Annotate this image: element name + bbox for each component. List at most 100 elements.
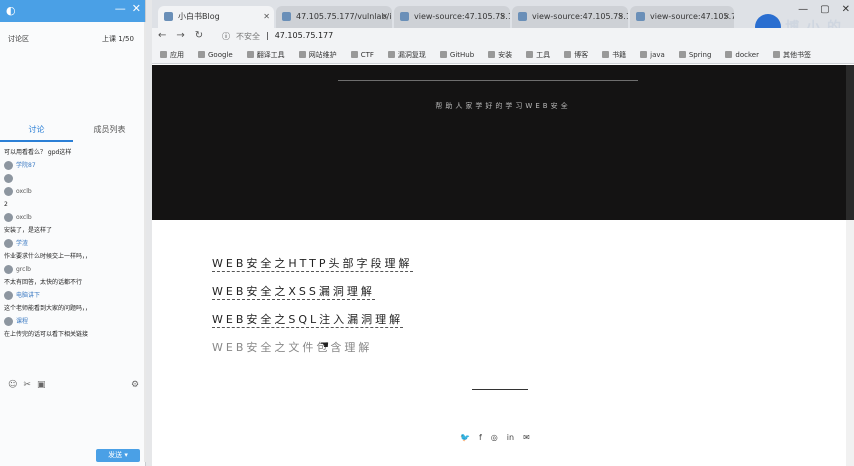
- message-author: 电脑讲下: [16, 292, 41, 299]
- bookmark-item[interactable]: 安装: [488, 50, 512, 60]
- bookmark-label: docker: [735, 50, 759, 59]
- post-link[interactable]: WEB安全之SQL注入漏洞理解: [212, 312, 413, 340]
- send-button[interactable]: 发送 ▾: [96, 449, 140, 462]
- close-tab-icon[interactable]: ✕: [617, 6, 624, 28]
- post-link[interactable]: WEB安全之文件包含理解: [212, 340, 413, 368]
- page-scrollbar[interactable]: [846, 220, 854, 466]
- chat-titlebar: ◐ — ✕: [0, 0, 145, 22]
- list-item: 作业要求什么时候交上一样吗，，: [4, 250, 144, 263]
- twitter-icon[interactable]: 🐦: [460, 433, 470, 442]
- folder-icon: [773, 51, 780, 58]
- message-author: grclb: [16, 266, 31, 273]
- bookmark-item[interactable]: 网站维护: [298, 50, 337, 60]
- bookmark-label: Google: [208, 50, 233, 59]
- browser-tab[interactable]: view-source:47.105.75.17 ✕: [394, 6, 510, 28]
- page-scrollbar-track[interactable]: [846, 65, 854, 220]
- tab-members[interactable]: 成员列表: [73, 122, 146, 142]
- close-tab-icon[interactable]: ✕: [723, 6, 730, 28]
- post-title: WEB安全之文件包含理解: [212, 341, 373, 354]
- list-item: 2: [4, 198, 144, 211]
- scissors-icon[interactable]: ✂: [23, 380, 31, 390]
- back-icon[interactable]: ←: [158, 30, 166, 41]
- browser-tab[interactable]: view-source:47.105.75.17 ✕: [512, 6, 628, 28]
- url-text[interactable]: 47.105.75.177: [275, 31, 334, 42]
- list-item: 课程: [4, 315, 144, 328]
- close-tab-icon[interactable]: ✕: [263, 6, 270, 28]
- avatar: [4, 187, 13, 196]
- list-item: 安装了，是这样了: [4, 224, 144, 237]
- post-link[interactable]: WEB安全之HTTP头部字段理解: [212, 256, 413, 284]
- bookmark-item[interactable]: 工具: [526, 50, 550, 60]
- bookmark-item[interactable]: 其他书签: [773, 50, 811, 60]
- folder-icon: [246, 51, 254, 58]
- message-author: 学渣: [16, 240, 29, 247]
- reload-icon[interactable]: ↻: [195, 30, 203, 41]
- emoji-icon[interactable]: ☺: [8, 380, 17, 390]
- image-icon[interactable]: ▣: [37, 380, 46, 390]
- bookmark-item[interactable]: Google: [198, 51, 233, 59]
- chat-tabs: 讨论 成员列表: [0, 122, 146, 142]
- avatar: [4, 265, 13, 274]
- avatar: [4, 174, 13, 183]
- chat-message-list: 可以用看看么？ gpd这样 学院87 oxclb 2 oxclb 安装了，是这样…: [4, 146, 144, 341]
- list-item: 电脑讲下: [4, 289, 144, 302]
- favicon-icon: [400, 12, 409, 21]
- browser-window: 小白书Blog ✕ 47.105.75.177/vulnlab/ind ✕ vi…: [152, 0, 854, 466]
- close-tab-icon[interactable]: ✕: [499, 6, 506, 28]
- message-text: 可以用看看么？ gpd这样: [4, 149, 72, 156]
- address-bar[interactable]: ⓘ 不安全 | 47.105.75.177: [222, 31, 333, 42]
- bookmark-item[interactable]: 应用: [160, 50, 184, 60]
- post-link[interactable]: WEB安全之XSS漏洞理解: [212, 284, 413, 312]
- bookmark-label: 翻译工具: [256, 50, 285, 59]
- bookmark-item[interactable]: CTF: [350, 51, 374, 59]
- post-title: WEB安全之XSS漏洞理解: [212, 285, 375, 300]
- gear-icon[interactable]: ⚙: [131, 380, 139, 390]
- bookmark-item[interactable]: 博客: [564, 50, 588, 60]
- instagram-icon[interactable]: ◎: [491, 433, 498, 442]
- bookmark-label: 漏洞复现: [397, 50, 426, 59]
- close-icon[interactable]: ✕: [132, 2, 141, 15]
- facebook-icon[interactable]: f: [479, 433, 482, 442]
- browser-tab[interactable]: 47.105.75.177/vulnlab/ind ✕: [276, 6, 392, 28]
- hero-divider: [338, 80, 638, 81]
- folder-icon: [678, 51, 686, 58]
- browser-tab[interactable]: 小白书Blog ✕: [158, 6, 274, 28]
- tab-discussion[interactable]: 讨论: [0, 122, 73, 142]
- email-icon[interactable]: ✉: [523, 433, 530, 442]
- favicon-icon: [164, 12, 173, 21]
- bookmark-item[interactable]: 翻译工具: [246, 50, 285, 60]
- separator: |: [266, 31, 269, 40]
- close-window-icon[interactable]: ✕: [842, 4, 850, 15]
- avatar: [4, 317, 13, 326]
- folder-icon: [488, 51, 496, 58]
- bookmark-item[interactable]: GitHub: [439, 51, 474, 59]
- folder-icon: [298, 51, 306, 58]
- bookmark-label: 博客: [574, 50, 589, 59]
- list-item: 这个老师能看到大家的问题吗，，: [4, 302, 144, 315]
- linkedin-icon[interactable]: in: [507, 433, 514, 442]
- message-text: 在上传完的话可以看下相关链接: [4, 331, 89, 338]
- message-author: 学院87: [16, 162, 36, 169]
- send-label: 发送: [108, 451, 123, 459]
- info-icon[interactable]: ⓘ: [222, 31, 230, 42]
- close-tab-icon[interactable]: ✕: [381, 6, 388, 28]
- bookmarks-bar: 应用 Google 翻译工具 网站维护 CTF 漏洞复现 GitHub 安装 工…: [152, 46, 854, 64]
- google-icon: [198, 51, 205, 58]
- bookmark-item[interactable]: docker: [725, 51, 759, 59]
- bookmark-item[interactable]: java: [640, 51, 665, 59]
- bookmark-item[interactable]: 漏洞复现: [387, 50, 426, 60]
- bookmark-item[interactable]: 书籍: [602, 50, 626, 60]
- avatar: [4, 213, 13, 222]
- chat-panel: ◐ — ✕ 讨论区 上课 1/50 讨论 成员列表 可以用看看么？ gpd这样 …: [0, 0, 146, 466]
- post-title: WEB安全之HTTP头部字段理解: [212, 257, 413, 272]
- tab-label: view-source:47.105.75.1: [650, 12, 734, 21]
- forward-icon[interactable]: →: [176, 30, 184, 41]
- folder-icon: [564, 51, 572, 58]
- bookmark-item[interactable]: Spring: [678, 51, 711, 59]
- folder-icon: [439, 51, 447, 58]
- folder-icon: [640, 51, 648, 58]
- minimize-icon[interactable]: —: [115, 2, 126, 15]
- tab-label: view-source:47.105.75.17: [414, 12, 510, 21]
- list-item: 可以用看看么？ gpd这样: [4, 146, 144, 159]
- browser-tab[interactable]: view-source:47.105.75.1 ✕: [630, 6, 734, 28]
